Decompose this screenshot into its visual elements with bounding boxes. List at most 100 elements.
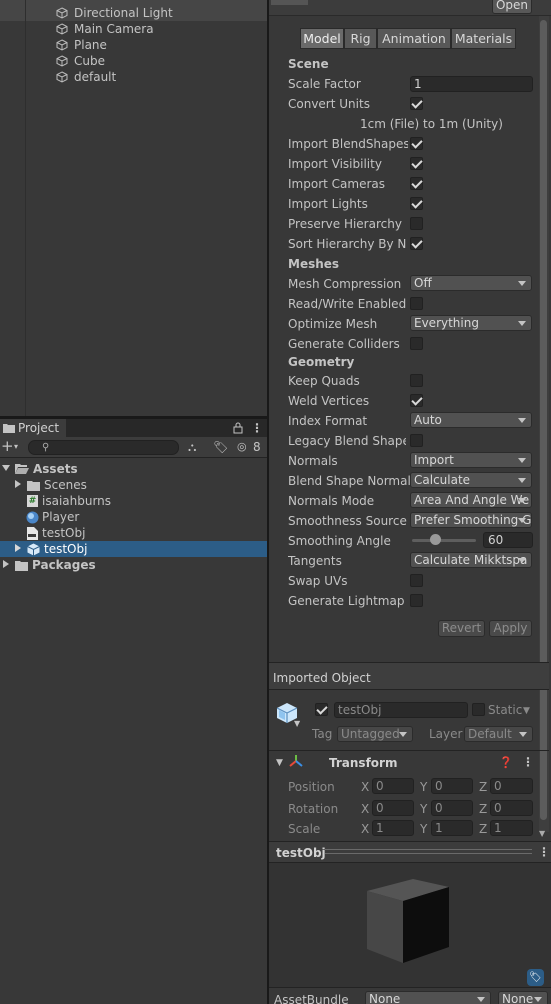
hierarchy-item[interactable]: Directional Light: [56, 5, 173, 21]
preserve-hierarchy-checkbox[interactable]: [410, 217, 423, 230]
inspector-scrollbar[interactable]: [539, 16, 549, 832]
layer-dropdown[interactable]: Default: [464, 726, 533, 742]
tree-item-packages[interactable]: Packages: [0, 557, 267, 573]
create-dropdown-icon[interactable]: ▾: [14, 439, 18, 455]
open-button[interactable]: Open: [492, 0, 532, 14]
transform-foldout-icon[interactable]: ▼: [276, 755, 283, 771]
collapse-arrow-icon[interactable]: [13, 478, 27, 492]
scale-x-input[interactable]: 1: [372, 820, 414, 836]
rotation-z-input[interactable]: 0: [490, 800, 533, 816]
position-y-input[interactable]: 0: [431, 778, 473, 794]
tree-item-testobj-file[interactable]: testObj: [0, 525, 267, 541]
legacy-blend-checkbox[interactable]: [410, 434, 423, 447]
hidden-packages-icon[interactable]: ◎: [237, 439, 247, 455]
index-format-dropdown[interactable]: Auto: [410, 412, 532, 428]
tab-animation[interactable]: Animation: [377, 28, 451, 49]
scale-z-label[interactable]: Z: [479, 821, 487, 837]
scale-x-label[interactable]: X: [361, 821, 369, 837]
assetbundle-variant-dropdown[interactable]: None: [498, 991, 548, 1004]
rotation-x-label[interactable]: X: [361, 801, 369, 817]
create-plus-icon[interactable]: +: [1, 438, 14, 454]
position-x-input[interactable]: 0: [372, 778, 414, 794]
hierarchy-item[interactable]: Cube: [56, 53, 173, 69]
tree-item-script[interactable]: # isaiahburns: [0, 493, 267, 509]
mesh-compression-dropdown[interactable]: Off: [410, 275, 532, 291]
revert-button[interactable]: Revert: [438, 620, 485, 637]
scale-y-label[interactable]: Y: [420, 821, 427, 837]
rotation-y-label[interactable]: Y: [420, 801, 427, 817]
scale-y-input[interactable]: 1: [431, 820, 473, 836]
expand-arrow-icon[interactable]: [1, 462, 15, 476]
search-input[interactable]: ⚲: [28, 440, 179, 455]
tree-item-assets[interactable]: Assets: [0, 461, 267, 477]
position-z-input[interactable]: 0: [490, 778, 533, 794]
tree-item-player[interactable]: Player: [0, 509, 267, 525]
smoothing-angle-slider[interactable]: [412, 534, 476, 546]
tab-rig[interactable]: Rig: [344, 28, 377, 49]
generate-lightmap-checkbox[interactable]: [410, 594, 423, 607]
preview-resize-handle[interactable]: [325, 849, 532, 854]
static-checkbox[interactable]: [472, 703, 485, 716]
convert-units-checkbox[interactable]: [410, 97, 423, 110]
scrollbar-thumb[interactable]: [540, 20, 547, 820]
preview-viewport[interactable]: 🏷︎: [269, 863, 551, 987]
lock-icon[interactable]: [233, 422, 243, 434]
filter-by-type-icon[interactable]: ⛬: [188, 439, 196, 455]
normals-dropdown[interactable]: Import: [410, 452, 532, 468]
blend-shape-normals-dropdown[interactable]: Calculate: [410, 472, 532, 488]
kebab-menu-icon[interactable]: ⋮: [251, 420, 263, 436]
filter-by-label-icon[interactable]: 🏷︎: [213, 439, 228, 455]
hierarchy-item-label: Directional Light: [74, 6, 173, 20]
import-lights-checkbox[interactable]: [410, 197, 423, 210]
sort-hierarchy-checkbox[interactable]: [410, 237, 423, 250]
optimize-mesh-dropdown[interactable]: Everything: [410, 315, 532, 331]
asset-label-tag-icon[interactable]: 🏷︎: [527, 969, 544, 986]
keep-quads-checkbox[interactable]: [410, 374, 423, 387]
preview-menu-icon[interactable]: ⋮: [538, 844, 550, 860]
assetbundle-dropdown[interactable]: None: [365, 991, 491, 1004]
import-visibility-checkbox[interactable]: [410, 157, 423, 170]
tree-item-testobj-model[interactable]: testObj: [0, 541, 267, 557]
tag-dropdown[interactable]: Untagged: [337, 726, 413, 742]
swap-uvs-checkbox[interactable]: [410, 574, 423, 587]
read-write-label: Read/Write Enabled: [288, 297, 407, 311]
position-x-label[interactable]: X: [361, 779, 369, 795]
collapse-arrow-icon[interactable]: [1, 558, 15, 572]
object-active-checkbox[interactable]: [315, 703, 328, 716]
position-y-label[interactable]: Y: [420, 779, 427, 795]
scroll-down-arrow-icon[interactable]: ▼: [539, 826, 545, 842]
help-icon[interactable]: ❓: [499, 755, 513, 771]
import-cameras-checkbox[interactable]: [410, 177, 423, 190]
position-z-label[interactable]: Z: [479, 779, 487, 795]
rotation-z-label[interactable]: Z: [479, 801, 487, 817]
rotation-x-input[interactable]: 0: [372, 800, 414, 816]
import-blendshapes-checkbox[interactable]: [410, 137, 423, 150]
read-write-checkbox[interactable]: [410, 297, 423, 310]
imported-object-header: Imported Object: [273, 671, 371, 685]
weld-vertices-checkbox[interactable]: [410, 394, 423, 407]
rotation-y-input[interactable]: 0: [431, 800, 473, 816]
hierarchy-item[interactable]: Plane: [56, 37, 173, 53]
import-visibility-label: Import Visibility: [288, 157, 382, 171]
hierarchy-item[interactable]: default: [56, 69, 173, 85]
object-name-input[interactable]: testObj: [334, 702, 468, 718]
preview-cube-model[interactable]: [365, 877, 451, 965]
slider-thumb[interactable]: [430, 534, 441, 545]
normals-mode-dropdown[interactable]: Area And Angle We: [410, 492, 532, 508]
smoothness-source-dropdown[interactable]: Prefer Smoothing G: [410, 512, 532, 528]
icon-dropdown-arrow-icon[interactable]: ▼: [294, 716, 300, 732]
component-menu-icon[interactable]: ⋮: [522, 754, 534, 770]
hierarchy-item[interactable]: Main Camera: [56, 21, 173, 37]
generate-colliders-checkbox[interactable]: [410, 337, 423, 350]
collapse-arrow-icon[interactable]: [13, 542, 27, 556]
apply-button[interactable]: Apply: [489, 620, 532, 637]
tab-model[interactable]: Model: [300, 28, 344, 49]
smoothing-angle-input[interactable]: 60: [483, 532, 533, 548]
scale-factor-input[interactable]: 1: [410, 76, 533, 92]
tab-materials[interactable]: Materials: [451, 28, 516, 49]
tab-project[interactable]: Project: [0, 419, 66, 437]
scale-z-input[interactable]: 1: [490, 820, 533, 836]
tree-item-scenes[interactable]: Scenes: [0, 477, 267, 493]
static-dropdown-arrow-icon[interactable]: ▼: [523, 703, 530, 719]
tangents-dropdown[interactable]: Calculate Mikktspa: [410, 552, 532, 568]
